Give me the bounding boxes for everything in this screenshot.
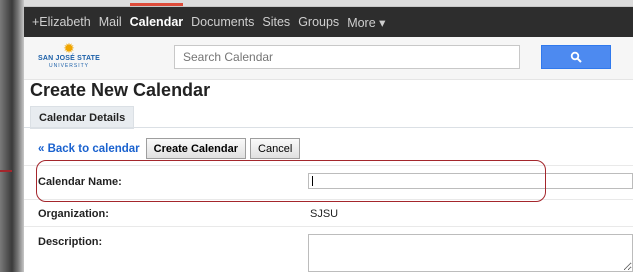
search-button[interactable] — [541, 45, 611, 69]
nav-sites[interactable]: Sites — [262, 15, 290, 29]
logo-name: SAN JOSÉ STATE — [37, 55, 101, 62]
organization-value: SJSU — [310, 208, 339, 220]
action-row: « Back to calendar Create Calendar Cance… — [38, 138, 301, 159]
tab-underline — [24, 127, 633, 128]
browser-top-strip — [24, 0, 633, 7]
description-label: Description: — [38, 236, 103, 248]
search-icon — [570, 51, 582, 63]
back-to-calendar-link[interactable]: « Back to calendar — [38, 143, 140, 155]
nav-more[interactable]: More ▾ — [347, 15, 385, 30]
annotation-highlight — [36, 160, 546, 202]
window-frame-edge — [0, 0, 24, 272]
annotation-highlight-tail — [0, 170, 12, 172]
cancel-button[interactable]: Cancel — [250, 138, 301, 159]
create-calendar-button[interactable]: Create Calendar — [145, 138, 247, 159]
page-title: Create New Calendar — [30, 80, 211, 100]
description-field[interactable] — [308, 234, 633, 272]
row-divider — [24, 226, 633, 227]
nav-groups[interactable]: Groups — [298, 15, 339, 29]
nav-calendar[interactable]: Calendar — [129, 3, 183, 29]
tab-calendar-details[interactable]: Calendar Details — [30, 106, 135, 129]
university-logo[interactable]: ✹ SAN JOSÉ STATE UNIVERSITY — [26, 41, 112, 69]
header: ✹ SAN JOSÉ STATE UNIVERSITY — [24, 37, 633, 80]
top-nav-bar: +Elizabeth Mail Calendar Documents Sites… — [24, 3, 633, 37]
logo-emblem-icon: ✹ — [63, 40, 75, 56]
logo-subtitle: UNIVERSITY — [48, 63, 89, 69]
nav-mail[interactable]: Mail — [99, 15, 122, 29]
nav-user[interactable]: +Elizabeth — [32, 15, 91, 29]
organization-label: Organization: — [38, 208, 109, 220]
nav-documents[interactable]: Documents — [191, 15, 254, 29]
search-input[interactable] — [174, 45, 520, 69]
page: +Elizabeth Mail Calendar Documents Sites… — [24, 0, 633, 272]
